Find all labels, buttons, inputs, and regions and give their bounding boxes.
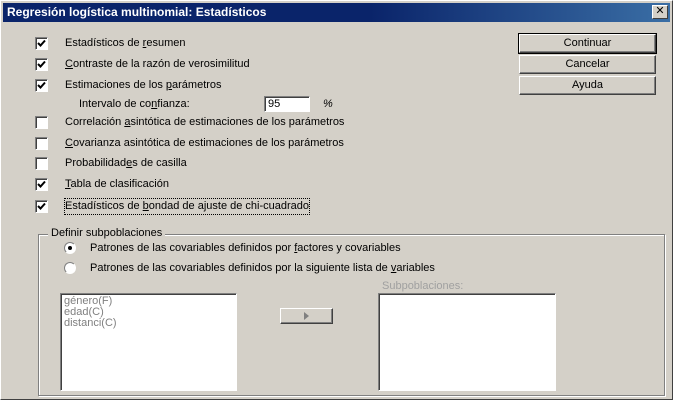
checkbox-label: Probabilidades de casilla — [65, 157, 187, 169]
checkbox-box[interactable] — [35, 58, 48, 71]
checkbox-box[interactable] — [35, 200, 48, 213]
checkbox-box[interactable] — [35, 137, 48, 150]
checkbox-box[interactable] — [35, 79, 48, 92]
checkbox-box[interactable] — [35, 37, 48, 50]
checkbox-label: Estadísticos de resumen — [65, 37, 186, 49]
confidence-interval-label: Intervalo de confianza: — [79, 98, 190, 110]
variables-listbox[interactable]: género(F) edad(C) distanci(C) — [60, 293, 237, 391]
subpopulations-group-title: Definir subpoblaciones — [48, 226, 166, 240]
percent-sign: % — [323, 98, 333, 110]
window-title: Regresión logística multinomial: Estadís… — [7, 5, 267, 19]
confidence-interval-input[interactable]: 95 — [264, 96, 310, 112]
arrow-right-icon — [304, 312, 309, 320]
checkbox-label: Correlación asintótica de estimaciones d… — [65, 116, 345, 128]
checkbox-label: Covarianza asintótica de estimaciones de… — [65, 137, 344, 149]
cancel-button[interactable]: Cancelar — [519, 55, 656, 74]
continue-button[interactable]: Continuar — [518, 33, 657, 54]
radio-button[interactable] — [64, 262, 76, 274]
checkbox-label: Tabla de clasificación — [65, 178, 169, 190]
radio-label: Patrones de las covariables definidos po… — [90, 262, 435, 274]
close-icon: ✕ — [655, 5, 665, 17]
checkbox-label: Contraste de la razón de verosimilitud — [65, 58, 250, 70]
list-item[interactable]: distanci(C) — [64, 318, 233, 329]
close-button[interactable]: ✕ — [652, 5, 668, 19]
checkbox-box[interactable] — [35, 178, 48, 191]
radio-label: Patrones de las covariables definidos po… — [90, 242, 401, 254]
radio-button[interactable] — [64, 242, 76, 254]
title-bar[interactable]: Regresión logística multinomial: Estadís… — [3, 3, 670, 22]
checkbox-box[interactable] — [35, 116, 48, 129]
checkbox-label: Estimaciones de los parámetros — [65, 79, 222, 91]
subpopulations-listbox[interactable] — [378, 293, 556, 391]
help-button[interactable]: Ayuda — [519, 76, 656, 95]
move-right-button[interactable] — [280, 308, 333, 324]
checkbox-label: Estadísticos de bondad de ajuste de chi-… — [63, 198, 311, 215]
subpopulations-list-label: Subpoblaciones: — [382, 280, 464, 292]
dialog-window: Regresión logística multinomial: Estadís… — [0, 0, 673, 400]
checkbox-box[interactable] — [35, 157, 48, 170]
